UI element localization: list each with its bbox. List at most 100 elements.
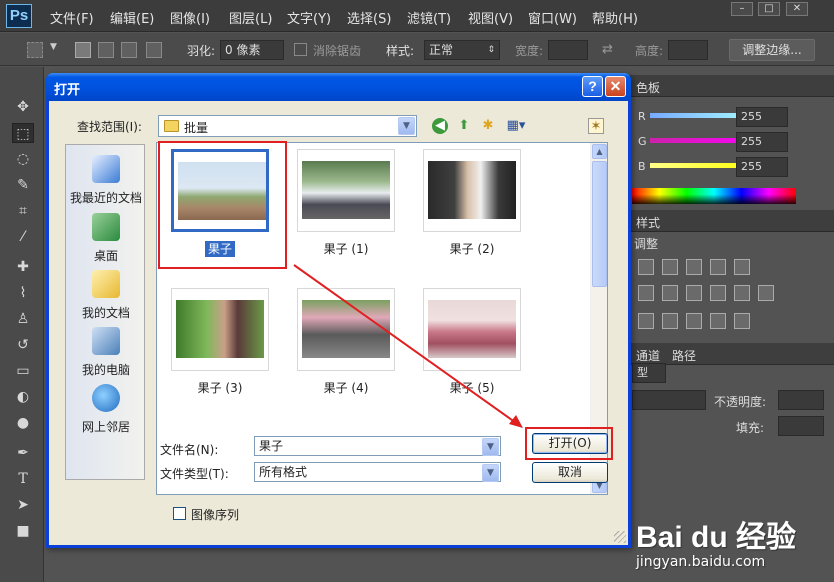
chevron-down-icon[interactable]: ▼ — [398, 117, 415, 135]
new-folder-icon[interactable]: ✱ — [480, 118, 496, 134]
refine-edge-button[interactable]: 调整边缘... — [729, 39, 815, 61]
image-sequence-checkbox[interactable] — [173, 507, 186, 520]
shape-tool-icon[interactable]: ■ — [12, 521, 34, 541]
preset-dropdown-icon[interactable]: ▼ — [50, 42, 57, 52]
place-desktop[interactable]: 桌面 — [66, 209, 146, 265]
back-icon[interactable]: ◀ — [432, 118, 448, 134]
layer-kind-select[interactable]: 型 — [632, 363, 666, 383]
views-menu-icon[interactable]: ▦▾ — [504, 118, 528, 134]
resize-grip-icon[interactable] — [614, 531, 626, 543]
file-thumbnail[interactable]: 果子 (5) — [423, 288, 521, 395]
hue-saturation-icon[interactable] — [638, 285, 654, 301]
filetype-combo[interactable]: 所有格式 ▼ — [254, 462, 501, 482]
height-input[interactable] — [668, 40, 708, 60]
look-in-combo[interactable]: 批量 ▼ — [158, 115, 417, 137]
file-thumbnail[interactable]: 果子 (1) — [297, 149, 395, 256]
path-select-tool-icon[interactable]: ➤ — [12, 495, 34, 515]
menu-select[interactable]: 选择(S) — [347, 8, 391, 27]
channel-b-value[interactable]: 255 — [736, 157, 788, 177]
subtract-selection-icon[interactable] — [121, 42, 137, 58]
quick-select-tool-icon[interactable]: ✎ — [12, 175, 34, 195]
close-button[interactable]: ✕ — [605, 76, 626, 97]
swap-icon[interactable]: ⇄ — [602, 42, 613, 57]
scroll-up-icon[interactable]: ▲ — [592, 144, 607, 159]
file-thumbnail[interactable]: 果子 (2) — [423, 149, 521, 256]
black-white-icon[interactable] — [686, 285, 702, 301]
place-my-documents[interactable]: 我的文档 — [66, 266, 146, 322]
paint-bucket-tool-icon[interactable]: ◐ — [12, 387, 34, 407]
tab-swatches[interactable]: 色板 — [636, 79, 660, 96]
channel-mixer-icon[interactable] — [734, 285, 750, 301]
invert-icon[interactable] — [638, 313, 654, 329]
add-to-selection-icon[interactable] — [98, 42, 114, 58]
blend-mode-select[interactable] — [632, 390, 706, 410]
width-input[interactable] — [548, 40, 588, 60]
preview-icon[interactable]: ✶ — [588, 118, 604, 134]
antialias-checkbox[interactable] — [294, 43, 307, 56]
help-button[interactable]: ? — [582, 76, 603, 97]
eyedropper-tool-icon[interactable]: ⁄ — [12, 227, 34, 247]
menu-edit[interactable]: 编辑(E) — [110, 8, 154, 27]
move-tool-icon[interactable]: ✥ — [12, 97, 34, 117]
tab-styles[interactable]: 样式 — [636, 214, 660, 231]
menu-image[interactable]: 图像(I) — [170, 8, 210, 27]
intersect-selection-icon[interactable] — [146, 42, 162, 58]
channel-r-value[interactable]: 255 — [736, 107, 788, 127]
clone-stamp-tool-icon[interactable]: ♙ — [12, 309, 34, 329]
vibrance-icon[interactable] — [734, 259, 750, 275]
up-folder-icon[interactable]: ⬆ — [456, 118, 472, 134]
maximize-button[interactable]: □ — [758, 2, 780, 16]
menu-view[interactable]: 视图(V) — [468, 8, 513, 27]
place-my-computer[interactable]: 我的电脑 — [66, 323, 146, 379]
photo-filter-icon[interactable] — [710, 285, 726, 301]
minimize-button[interactable]: – — [731, 2, 753, 16]
open-button[interactable]: 打开(O) — [532, 433, 608, 454]
fill-input[interactable] — [778, 416, 824, 436]
blur-tool-icon[interactable]: ● — [12, 413, 34, 433]
posterize-icon[interactable] — [662, 313, 678, 329]
marquee-tool-icon[interactable]: ⬚ — [12, 123, 34, 143]
scroll-thumb[interactable] — [592, 161, 607, 287]
brightness-icon[interactable] — [638, 259, 654, 275]
levels-icon[interactable] — [662, 259, 678, 275]
history-brush-tool-icon[interactable]: ↺ — [12, 335, 34, 355]
new-selection-icon[interactable] — [75, 42, 91, 58]
menu-filter[interactable]: 滤镜(T) — [407, 8, 451, 27]
menu-type[interactable]: 文字(Y) — [287, 8, 331, 27]
place-network[interactable]: 网上邻居 — [66, 380, 146, 436]
place-recent[interactable]: 我最近的文档 — [66, 151, 146, 207]
lasso-tool-icon[interactable]: ◌ — [12, 149, 34, 169]
menu-layer[interactable]: 图层(L) — [229, 8, 272, 27]
tab-paths[interactable]: 路径 — [672, 347, 696, 364]
chevron-down-icon[interactable]: ▼ — [482, 464, 499, 482]
curves-icon[interactable] — [686, 259, 702, 275]
gradient-map-icon[interactable] — [710, 313, 726, 329]
dialog-titlebar[interactable]: 打开 ? ✕ — [46, 73, 631, 101]
filename-combo[interactable]: 果子 ▼ — [254, 436, 501, 456]
type-tool-icon[interactable]: T — [12, 469, 34, 489]
crop-tool-icon[interactable]: ⌗ — [12, 201, 34, 221]
color-spectrum[interactable] — [632, 188, 796, 204]
tab-channels[interactable]: 通道 — [636, 347, 660, 364]
close-app-button[interactable]: ✕ — [786, 2, 808, 16]
menu-window[interactable]: 窗口(W) — [528, 8, 577, 27]
color-lookup-icon[interactable] — [758, 285, 774, 301]
healing-brush-tool-icon[interactable]: ✚ — [12, 257, 34, 277]
file-thumbnail[interactable]: 果子 (3) — [171, 288, 269, 395]
marquee-tool-preset-icon[interactable] — [27, 42, 43, 58]
cancel-button[interactable]: 取消 — [532, 462, 608, 483]
pen-tool-icon[interactable]: ✒ — [12, 443, 34, 463]
opacity-input[interactable] — [778, 390, 824, 410]
menu-help[interactable]: 帮助(H) — [592, 8, 638, 27]
file-thumbnail[interactable]: 果子 (4) — [297, 288, 395, 395]
threshold-icon[interactable] — [686, 313, 702, 329]
eraser-tool-icon[interactable]: ▭ — [12, 361, 34, 381]
selective-color-icon[interactable] — [734, 313, 750, 329]
chevron-down-icon[interactable]: ▼ — [482, 438, 499, 456]
feather-input[interactable]: 0 像素 — [220, 40, 284, 60]
color-balance-icon[interactable] — [662, 285, 678, 301]
exposure-icon[interactable] — [710, 259, 726, 275]
brush-tool-icon[interactable]: ⌇ — [12, 283, 34, 303]
style-select[interactable]: 正常 ⇕ — [424, 40, 500, 60]
menu-file[interactable]: 文件(F) — [50, 8, 94, 27]
